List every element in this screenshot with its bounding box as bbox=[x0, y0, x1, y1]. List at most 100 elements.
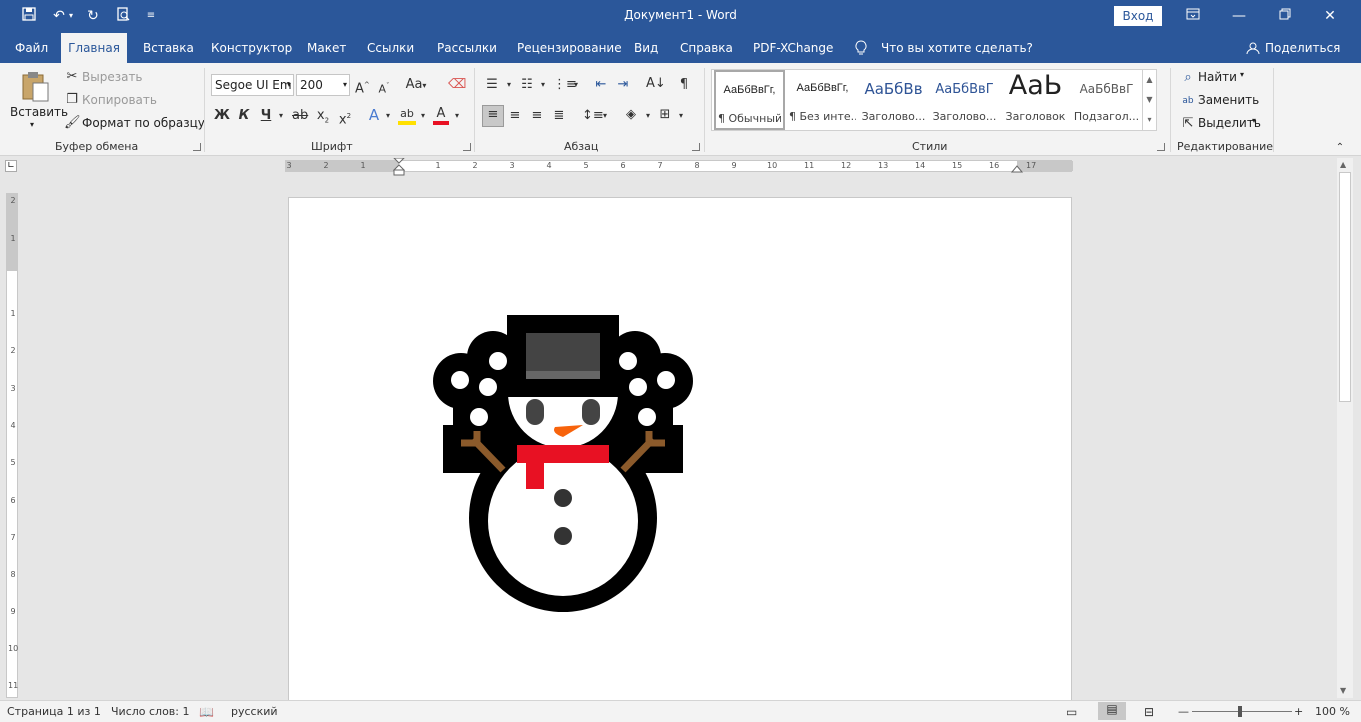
highlight-icon[interactable]: ab bbox=[398, 105, 416, 125]
bold-button[interactable]: Ж bbox=[214, 107, 230, 125]
cut-icon[interactable]: ✂ bbox=[64, 68, 80, 86]
style-normal[interactable]: АаБбВвГг, ¶ Обычный bbox=[714, 70, 785, 130]
shading-icon[interactable]: ◈ bbox=[622, 106, 640, 124]
numbering-dropdown-icon[interactable]: ▾ bbox=[538, 76, 548, 94]
styles-launcher-icon[interactable] bbox=[1157, 143, 1165, 151]
tab-references[interactable]: Ссылки bbox=[367, 33, 414, 63]
multilevel-dropdown-icon[interactable]: ▾ bbox=[571, 76, 581, 94]
text-effects-dropdown-icon[interactable]: ▾ bbox=[383, 107, 393, 125]
tab-design[interactable]: Конструктор bbox=[211, 33, 292, 63]
horizontal-ruler[interactable]: 3 2 1 1 2 3 4 5 6 7 8 9 10 11 12 13 14 1… bbox=[285, 158, 1073, 176]
print-layout-icon[interactable]: ▤ bbox=[1098, 702, 1126, 720]
style-no-spacing[interactable]: АаБбВвГг, ¶ Без инте... bbox=[787, 70, 858, 130]
font-color-icon[interactable]: A bbox=[433, 105, 449, 125]
underline-button[interactable]: Ч bbox=[258, 107, 274, 125]
restore-icon[interactable] bbox=[1275, 6, 1295, 26]
paste-icon[interactable] bbox=[18, 69, 52, 103]
superscript-icon[interactable]: x2 bbox=[337, 107, 353, 129]
select-dropdown-icon[interactable]: ▾ bbox=[1252, 116, 1256, 125]
copy-icon[interactable]: ❐ bbox=[64, 91, 80, 109]
font-name-combo[interactable]: Segoe UI Em ▾ bbox=[211, 74, 294, 96]
read-mode-icon[interactable]: ▭ bbox=[1066, 705, 1077, 719]
vertical-ruler[interactable]: 2 1 1 2 3 4 5 6 7 8 9 10 11 bbox=[6, 193, 18, 698]
bullets-dropdown-icon[interactable]: ▾ bbox=[504, 76, 514, 94]
replace-button[interactable]: Заменить bbox=[1198, 93, 1259, 107]
style-heading-1[interactable]: АаБбВв Заголово... bbox=[858, 70, 929, 130]
scrollbar-thumb[interactable] bbox=[1339, 172, 1351, 402]
replace-icon[interactable]: ab bbox=[1180, 92, 1196, 110]
zoom-in-icon[interactable]: + bbox=[1294, 705, 1303, 718]
tab-view[interactable]: Вид bbox=[634, 33, 658, 63]
select-cursor-icon[interactable]: ⇱ bbox=[1180, 115, 1196, 133]
align-center-icon[interactable]: ≡ bbox=[507, 107, 523, 125]
style-title[interactable]: АаЬ Заголовок bbox=[1000, 70, 1071, 130]
clipboard-launcher-icon[interactable] bbox=[193, 143, 201, 151]
scroll-down-icon[interactable]: ▼ bbox=[1340, 686, 1346, 695]
document-page[interactable] bbox=[288, 197, 1072, 702]
ribbon-display-options-icon[interactable] bbox=[1183, 6, 1203, 26]
style-heading-2[interactable]: АаБбВвГ Заголово... bbox=[929, 70, 1000, 130]
grow-font-icon[interactable]: A^ bbox=[355, 76, 370, 98]
line-spacing-icon[interactable]: ↕≡ bbox=[582, 107, 604, 125]
share-person-icon[interactable] bbox=[1246, 33, 1260, 63]
find-dropdown-icon[interactable]: ▾ bbox=[1240, 70, 1244, 79]
highlight-dropdown-icon[interactable]: ▾ bbox=[418, 107, 428, 125]
tab-pdf-xchange[interactable]: PDF-XChange bbox=[753, 33, 833, 63]
tab-selector-icon[interactable]: ∟ bbox=[5, 160, 17, 172]
scroll-up-icon[interactable]: ▲ bbox=[1340, 160, 1346, 169]
paste-dropdown-icon[interactable]: ▾ bbox=[30, 120, 34, 129]
numbering-icon[interactable]: ☷ bbox=[519, 76, 535, 94]
language-indicator[interactable]: русский bbox=[231, 705, 278, 718]
lightbulb-icon[interactable] bbox=[855, 33, 867, 63]
font-color-dropdown-icon[interactable]: ▾ bbox=[452, 107, 462, 125]
tab-home[interactable]: Главная bbox=[61, 33, 127, 63]
change-case-icon[interactable]: Aa▾ bbox=[405, 76, 427, 95]
sort-icon[interactable]: A↓ bbox=[646, 75, 666, 93]
zoom-slider[interactable] bbox=[1192, 711, 1292, 712]
cut-button[interactable]: Вырезать bbox=[82, 70, 143, 84]
multilevel-list-icon[interactable]: ⋮≡ bbox=[553, 76, 577, 94]
text-effects-icon[interactable]: A bbox=[366, 106, 382, 124]
shrink-font-icon[interactable]: Aˇ bbox=[377, 77, 391, 99]
minimize-icon[interactable]: — bbox=[1229, 6, 1249, 26]
vertical-scrollbar[interactable]: ▲ ▼ bbox=[1337, 158, 1353, 698]
format-painter-icon[interactable]: 🖌 bbox=[64, 114, 81, 132]
word-count[interactable]: Число слов: 1 bbox=[111, 705, 190, 718]
tab-file[interactable]: Файл bbox=[15, 33, 48, 63]
styles-scroll[interactable]: ▲ ▼ ▾ bbox=[1142, 70, 1156, 130]
tell-me-search[interactable]: Что вы хотите сделать? bbox=[881, 33, 1033, 63]
tab-review[interactable]: Рецензирование bbox=[517, 33, 622, 63]
show-formatting-icon[interactable]: ¶ bbox=[676, 76, 692, 94]
strikethrough-icon[interactable]: ab bbox=[292, 107, 308, 125]
zoom-slider-thumb[interactable] bbox=[1238, 706, 1242, 717]
decrease-indent-icon[interactable]: ⇤ bbox=[593, 76, 609, 94]
paste-button[interactable]: Вставить bbox=[10, 105, 68, 119]
line-spacing-dropdown-icon[interactable]: ▾ bbox=[600, 107, 610, 125]
tab-insert[interactable]: Вставка bbox=[143, 33, 194, 63]
format-painter-button[interactable]: Формат по образцу bbox=[82, 116, 205, 130]
font-launcher-icon[interactable] bbox=[463, 143, 471, 151]
share-button[interactable]: Поделиться bbox=[1265, 33, 1340, 63]
indent-marker-icon[interactable] bbox=[393, 158, 405, 176]
align-left-icon[interactable]: ≡ bbox=[482, 105, 504, 127]
subscript-icon[interactable]: x2 bbox=[315, 107, 331, 130]
page-count[interactable]: Страница 1 из 1 bbox=[7, 705, 101, 718]
borders-icon[interactable]: ⊞ bbox=[657, 106, 673, 124]
zoom-level[interactable]: 100 % bbox=[1315, 705, 1350, 718]
paragraph-launcher-icon[interactable] bbox=[692, 143, 700, 151]
underline-dropdown-icon[interactable]: ▾ bbox=[276, 107, 286, 125]
justify-icon[interactable]: ≣ bbox=[551, 107, 567, 125]
bullets-icon[interactable]: ☰ bbox=[484, 76, 500, 94]
find-icon[interactable]: ⌕ bbox=[1180, 69, 1196, 87]
copy-button[interactable]: Копировать bbox=[82, 93, 157, 107]
close-icon[interactable]: ✕ bbox=[1320, 6, 1340, 26]
style-subtitle[interactable]: АаБбВвГ Подзагол... bbox=[1071, 70, 1142, 130]
chevron-down-icon[interactable]: ▾ bbox=[287, 75, 291, 95]
web-layout-icon[interactable]: ⊟ bbox=[1144, 705, 1154, 719]
collapse-ribbon-icon[interactable]: ⌃ bbox=[1334, 139, 1346, 157]
sign-in-button[interactable]: Вход bbox=[1114, 6, 1162, 26]
align-right-icon[interactable]: ≡ bbox=[529, 107, 545, 125]
right-indent-marker-icon[interactable] bbox=[1011, 164, 1023, 173]
clear-formatting-icon[interactable]: ⌫ bbox=[448, 76, 466, 94]
shading-dropdown-icon[interactable]: ▾ bbox=[643, 107, 653, 125]
